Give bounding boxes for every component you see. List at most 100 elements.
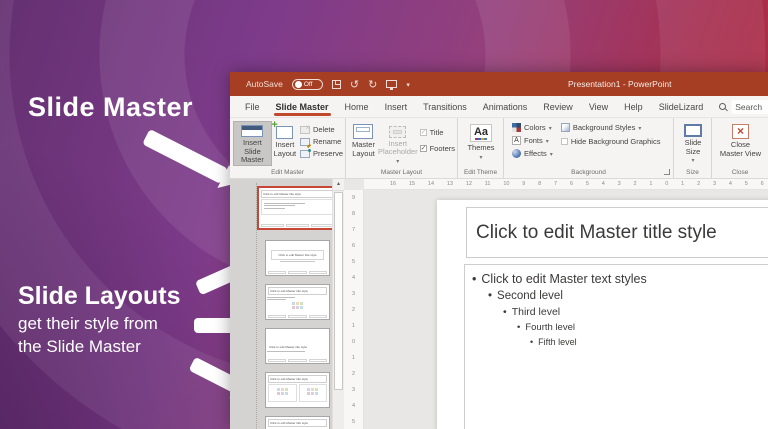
ruler-number: 4 <box>729 181 732 187</box>
autosave-state: Off <box>304 81 313 88</box>
tab-file[interactable]: File <box>237 96 268 117</box>
thumbnail-title-text: Click to edit Master title style <box>268 287 327 295</box>
thumbnail-body-placeholder <box>261 199 332 215</box>
rename-button[interactable]: Rename <box>300 137 343 146</box>
preserve-button[interactable]: Preserve <box>300 149 343 158</box>
save-icon[interactable] <box>332 80 341 89</box>
tab-slide-master[interactable]: Slide Master <box>268 96 337 117</box>
content-box <box>299 384 328 402</box>
scrollbar-up-arrow-icon[interactable] <box>333 179 344 191</box>
content-icons <box>300 388 327 395</box>
ruler-number: 3 <box>618 181 621 187</box>
tab-animations[interactable]: Animations <box>475 96 536 117</box>
footers-checkbox-row[interactable]: Footers <box>420 144 455 153</box>
placeholder-line <box>264 205 295 206</box>
footer-box <box>268 315 286 318</box>
dropdown-arrow-icon <box>479 153 482 162</box>
ruler-number: 0 <box>665 181 668 187</box>
ruler-number: 4 <box>344 275 363 281</box>
undo-icon[interactable] <box>350 78 359 91</box>
effects-button[interactable]: Effects <box>512 149 553 158</box>
thumbnail-title-text: Click to edit Master title style <box>268 375 327 383</box>
thumbnail-title-text: Click to edit Master title style <box>268 419 327 427</box>
background-left-column: Colors Fonts Effects <box>512 121 553 166</box>
content-icon <box>292 306 295 309</box>
background-dialog-launcher-icon[interactable] <box>664 169 670 175</box>
tab-view[interactable]: View <box>581 96 616 117</box>
hide-background-graphics-row[interactable]: Hide Background Graphics <box>561 137 661 146</box>
background-styles-button[interactable]: Background Styles <box>561 123 661 132</box>
search-icon[interactable] <box>719 103 726 110</box>
insert-layout-icon <box>276 126 293 139</box>
themes-button[interactable]: Aa Themes <box>461 121 501 166</box>
search-input[interactable]: Search <box>731 100 768 114</box>
group-edit-theme: Aa Themes Edit Theme <box>458 118 504 178</box>
start-slideshow-icon[interactable] <box>386 80 397 88</box>
footer-box <box>261 224 284 227</box>
dropdown-arrow-icon <box>546 136 549 145</box>
two-content-layout-thumbnail[interactable]: Click to edit Master title style <box>265 372 330 408</box>
group-edit-master: Insert Slide Master Insert Layout Delete <box>230 118 346 178</box>
horizontal-ruler-numbers: 161514131211109876543210123456 <box>390 181 764 187</box>
master-body-placeholder[interactable]: Click to edit Master text styles Second … <box>464 264 768 429</box>
content-box <box>268 384 297 402</box>
tab-transitions[interactable]: Transitions <box>415 96 475 117</box>
fonts-button[interactable]: Fonts <box>512 136 553 145</box>
master-layout-icon <box>353 124 373 139</box>
autosave-toggle[interactable]: Off <box>292 79 323 90</box>
ruler-number: 6 <box>570 181 573 187</box>
colors-label: Colors <box>524 123 546 132</box>
tab-slidelizard[interactable]: SlideLizard <box>651 96 712 117</box>
search-area: Search <box>719 100 768 114</box>
slide-layouts-subtitle-1: get their style from <box>18 315 181 332</box>
quick-access-toolbar-menu-icon[interactable] <box>406 79 410 89</box>
tab-insert[interactable]: Insert <box>377 96 416 117</box>
content-icon <box>315 392 318 395</box>
ruler-number: 4 <box>344 403 363 409</box>
slide-size-button[interactable]: Slide Size <box>677 121 709 166</box>
slide-master-annotation: Slide Master <box>28 92 193 123</box>
thumbnail-title-text: Click to edit Master title style <box>269 345 326 349</box>
fonts-icon <box>512 136 521 145</box>
scrollbar-thumb[interactable] <box>334 192 343 390</box>
master-layout-checkboxes: Title Footers <box>420 121 455 166</box>
footer-box <box>288 271 306 274</box>
insert-placeholder-button[interactable]: Insert Placeholder <box>378 121 418 166</box>
content-icon <box>281 392 284 395</box>
layout-thumbnail-partial[interactable]: Click to edit Master title style <box>265 416 330 429</box>
delete-button[interactable]: Delete <box>300 125 343 134</box>
autosave-label: AutoSave <box>246 79 283 89</box>
ruler-number: 2 <box>697 181 700 187</box>
ruler-number: 2 <box>344 307 363 313</box>
close-master-view-button[interactable]: Close Master View <box>719 121 763 166</box>
redo-icon[interactable] <box>368 78 377 91</box>
themes-aa-glyph: Aa <box>474 126 488 138</box>
edit-master-small-buttons: Delete Rename Preserve <box>300 121 343 166</box>
title-checkbox-row[interactable]: Title <box>420 128 455 137</box>
insert-slide-master-button[interactable]: Insert Slide Master <box>233 121 272 166</box>
thumbnail-scrollbar[interactable] <box>332 179 344 429</box>
ruler-number: 8 <box>344 211 363 217</box>
section-header-layout-thumbnail[interactable]: Click to edit Master title style <box>265 328 330 364</box>
title-content-layout-thumbnail[interactable]: Click to edit Master title style <box>265 284 330 320</box>
title-checkbox <box>420 129 427 136</box>
rename-icon <box>300 138 310 146</box>
insert-layout-button[interactable]: Insert Layout <box>272 121 298 166</box>
fonts-label: Fonts <box>524 136 543 145</box>
hide-background-graphics-checkbox <box>561 138 568 145</box>
colors-button[interactable]: Colors <box>512 123 553 132</box>
ruler-number: 6 <box>344 243 363 249</box>
colors-icon <box>512 123 521 132</box>
dropdown-arrow-icon <box>396 157 399 166</box>
master-layout-button[interactable]: Master Layout <box>349 121 378 166</box>
slide-master-thumbnail[interactable]: Click to edit Master title style <box>257 186 332 230</box>
slide-master-canvas[interactable]: Click to edit Master title style Click t… <box>437 200 768 429</box>
title-slide-layout-thumbnail[interactable]: Click to edit Master title style <box>265 240 330 276</box>
tab-review[interactable]: Review <box>535 96 581 117</box>
tab-help[interactable]: Help <box>616 96 651 117</box>
rename-label: Rename <box>313 137 341 146</box>
tab-home[interactable]: Home <box>337 96 377 117</box>
master-title-placeholder[interactable]: Click to edit Master title style <box>466 207 768 258</box>
ruler-number: 5 <box>586 181 589 187</box>
effects-icon <box>512 149 521 158</box>
